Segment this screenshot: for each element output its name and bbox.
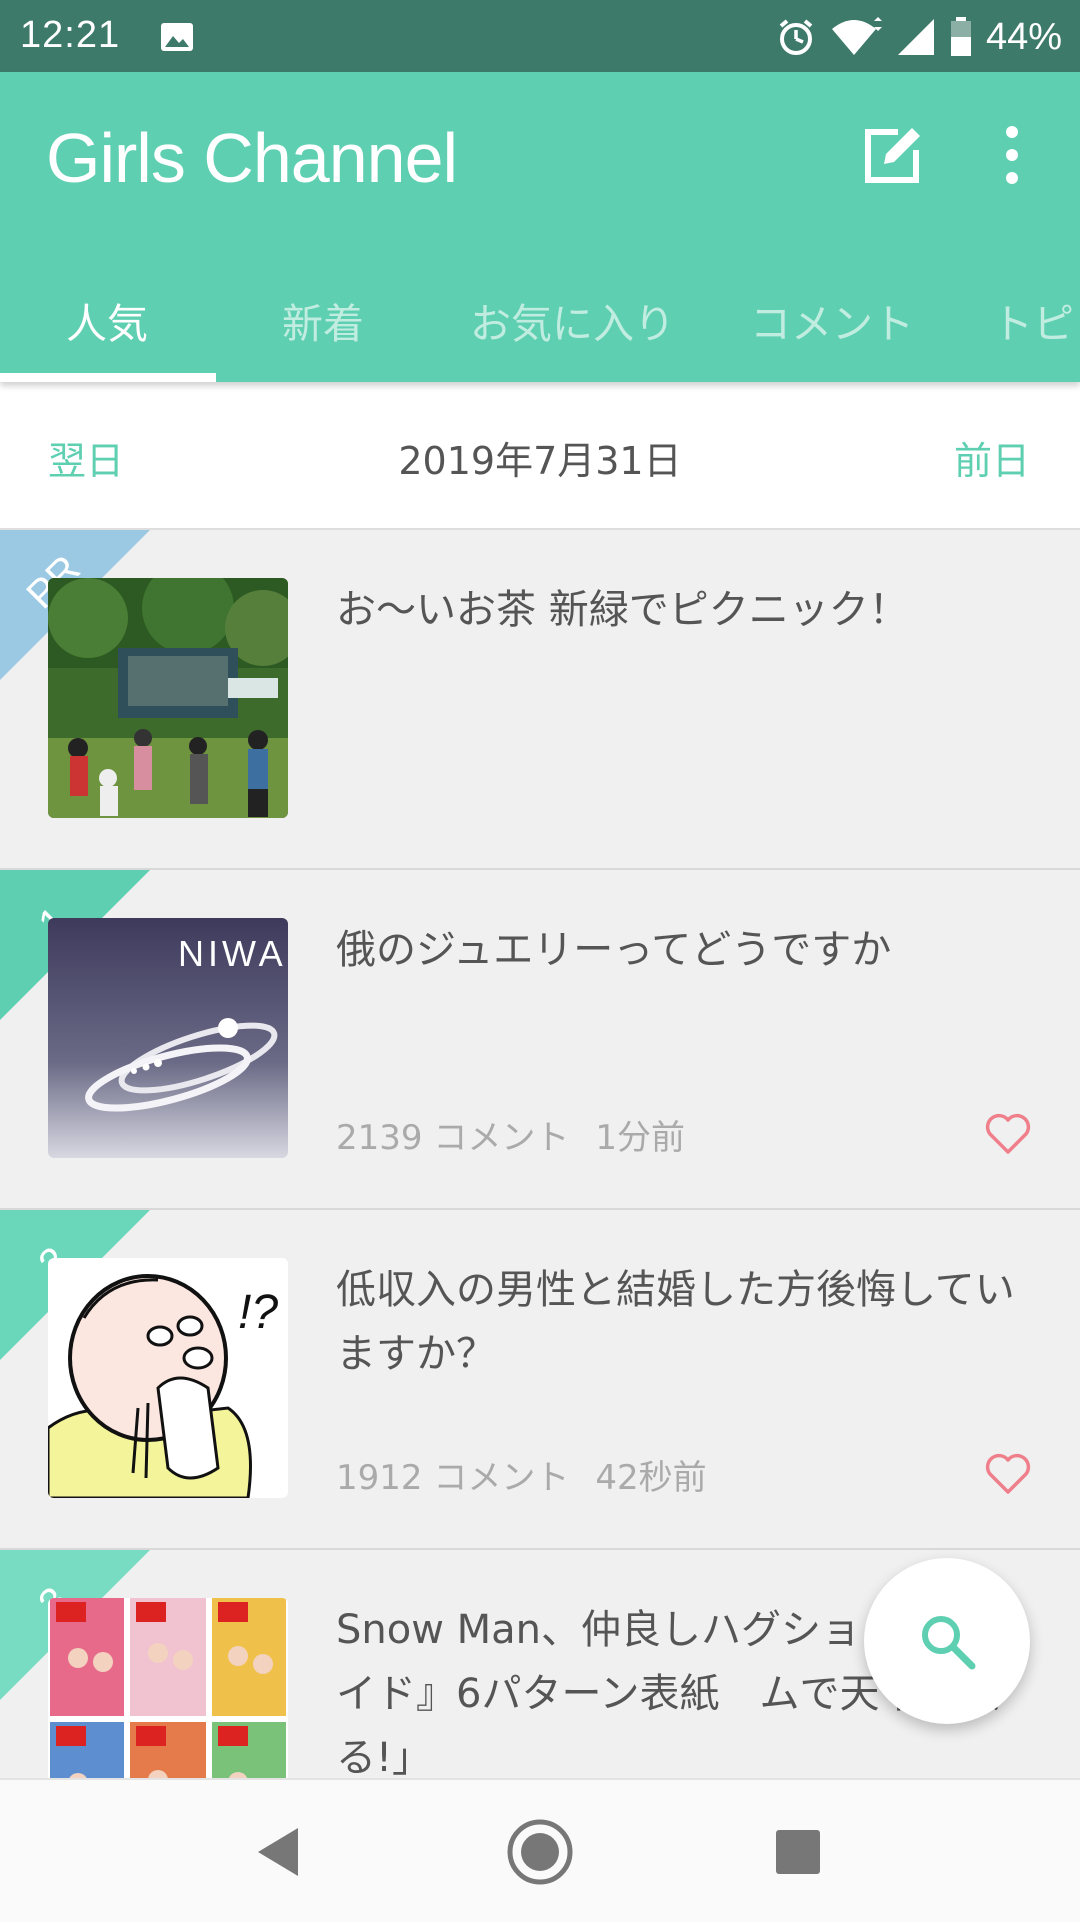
tab-favorites[interactable]: お気に入り — [470, 284, 675, 364]
topic-item-rank-1[interactable]: 1 NIWA 俄のジュエリーってどうですか — [0, 870, 1080, 1210]
back-icon[interactable] — [254, 1826, 302, 1878]
active-tab-indicator — [0, 373, 216, 382]
battery-percent: 44% — [985, 15, 1062, 58]
topic-meta: 2139 コメント 1分前 — [336, 1110, 685, 1159]
image-notification-icon — [161, 23, 193, 51]
heart-icon[interactable] — [984, 1112, 1032, 1156]
status-time: 12:21 — [20, 14, 121, 56]
search-icon — [922, 1616, 976, 1670]
heart-icon[interactable] — [984, 1452, 1032, 1496]
previous-day-link[interactable]: 前日 — [954, 430, 1030, 485]
home-icon[interactable] — [506, 1818, 574, 1886]
status-bar: 12:21 44% — [0, 0, 1080, 72]
comment-count: 2139 コメント — [336, 1118, 570, 1158]
posted-time: 42秒前 — [595, 1458, 707, 1498]
signal-icon — [897, 19, 934, 55]
app-title: Girls Channel — [46, 119, 458, 197]
current-date: 2019年7月31日 — [398, 439, 682, 483]
alarm-icon — [779, 19, 813, 55]
topic-item-rank-2[interactable]: 2 !? 低収入の男性と結婚した方後悔していますか？ 1912 コメント42秒前 — [0, 1210, 1080, 1550]
thumb-exclamation: !? — [238, 1286, 278, 1339]
topic-item-pr[interactable]: PR — [0, 530, 1080, 870]
recents-icon[interactable] — [774, 1828, 822, 1876]
app-header: Girls Channel 人気 新着 お気に入り コメント トピ — [0, 72, 1080, 382]
wifi-icon — [831, 17, 882, 55]
tab-comments[interactable]: コメント — [750, 284, 914, 364]
topic-thumbnail: NIWA — [48, 918, 288, 1158]
thumb-brand-text: NIWA — [178, 933, 287, 974]
more-options-icon[interactable] — [992, 120, 1032, 190]
tab-new[interactable]: 新着 — [282, 284, 364, 364]
system-nav-bar — [0, 1778, 1080, 1922]
date-navigator: 翌日 2019年7月31日 前日 — [0, 382, 1080, 530]
tab-popular[interactable]: 人気 — [66, 284, 148, 364]
topic-meta: 1912 コメント 42秒前 — [336, 1450, 707, 1499]
comment-count: 1912 コメント — [336, 1458, 570, 1498]
compose-button[interactable] — [858, 120, 928, 190]
topic-thumbnail — [48, 1598, 288, 1778]
topic-thumbnail — [48, 578, 288, 818]
posted-time: 1分前 — [595, 1118, 685, 1158]
topic-title: 低収入の男性と結婚した方後悔していますか？ — [336, 1267, 1015, 1377]
search-button[interactable] — [864, 1558, 1030, 1724]
topic-title: 俄のジュエリーってどうですか — [336, 927, 892, 973]
tab-topics[interactable]: トピ — [992, 284, 1074, 364]
status-indicators: 44% — [776, 12, 1062, 62]
topic-thumbnail: !? — [48, 1258, 288, 1498]
topic-title: お～いお茶 新緑でピクニック！ — [336, 587, 909, 633]
tab-bar: 人気 新着 お気に入り コメント トピ — [0, 272, 1080, 382]
battery-icon — [950, 17, 971, 56]
